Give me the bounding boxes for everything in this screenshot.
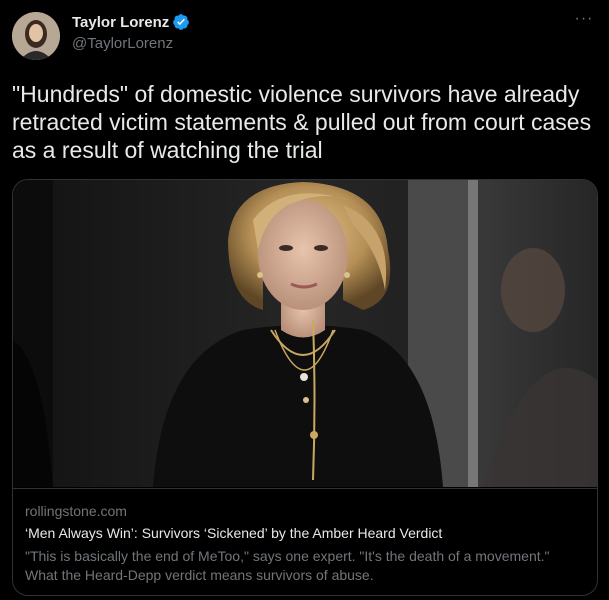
tweet: Taylor Lorenz @TaylorLorenz ··· "Hundred…	[0, 0, 609, 600]
more-options-button[interactable]: ···	[573, 11, 595, 32]
author-handle[interactable]: @TaylorLorenz	[72, 35, 173, 52]
card-meta[interactable]: rollingstone.com ‘Men Always Win’: Survi…	[13, 488, 597, 595]
card-headline[interactable]: ‘Men Always Win’: Survivors ‘Sickened’ b…	[25, 525, 442, 541]
link-preview-card[interactable]: rollingstone.com ‘Men Always Win’: Survi…	[12, 179, 598, 596]
avatar-image	[12, 12, 60, 60]
card-description: "This is basically the end of MeToo," sa…	[25, 548, 550, 583]
author-name-row[interactable]: Taylor Lorenz	[72, 13, 190, 31]
card-image[interactable]	[13, 180, 597, 487]
display-name[interactable]: Taylor Lorenz	[72, 14, 169, 31]
article-photo	[13, 180, 597, 487]
verified-badge-icon	[173, 14, 190, 30]
card-domain: rollingstone.com	[25, 503, 127, 519]
avatar[interactable]	[12, 12, 60, 60]
tweet-text: "Hundreds" of domestic violence survivor…	[12, 81, 592, 163]
